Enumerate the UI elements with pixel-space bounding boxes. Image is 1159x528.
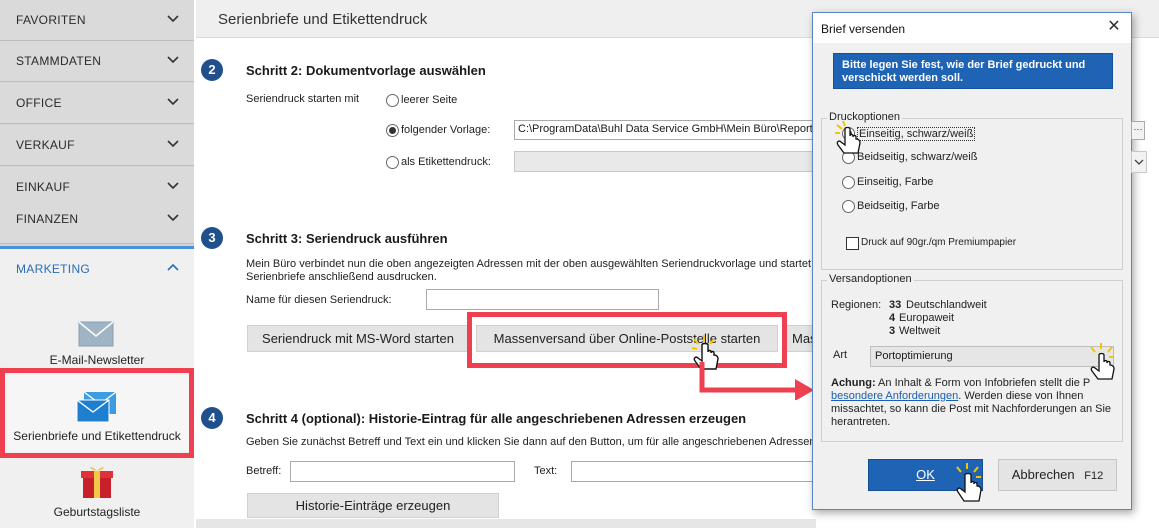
- cancel-shortcut: F12: [1084, 470, 1104, 482]
- chevron-down-icon: [167, 56, 179, 64]
- radio-empty-page-label: leerer Seite: [401, 94, 458, 106]
- sidebar-item-office[interactable]: OFFICE: [0, 83, 194, 124]
- step3-title: Schritt 3: Seriendruck ausführen: [246, 231, 448, 246]
- step4-description: Geben Sie zunächst Betreff und Text ein …: [246, 436, 825, 448]
- template-path-input[interactable]: C:\ProgramData\Buhl Data Service GmbH\Me…: [514, 120, 814, 140]
- chevron-down-icon: [167, 140, 179, 148]
- radio-duplex-color-label: Beidseitig, Farbe: [857, 200, 940, 212]
- page-title: Serienbriefe und Etikettendruck: [218, 11, 428, 28]
- hand-cursor-icon: [956, 463, 982, 502]
- note-bold: Achung:: [831, 377, 876, 389]
- sidebar-item-label: FINANZEN: [16, 212, 79, 226]
- start-with-label: Seriendruck starten mit: [246, 93, 360, 105]
- create-history-button[interactable]: Historie-Einträge erzeugen: [247, 493, 499, 518]
- send-letter-dialog: Brief versenden ✕ Bitte legen Sie fest, …: [812, 12, 1132, 510]
- sidebar-item-label: FAVORITEN: [16, 13, 86, 27]
- step-badge-2: 2: [201, 59, 223, 81]
- region-name: Europaweit: [899, 312, 955, 324]
- region-count: 33: [889, 299, 902, 311]
- regions-label: Regionen:: [831, 299, 882, 311]
- text-label: Text:: [534, 465, 558, 477]
- radio-labels-label: als Etikettendruck:: [401, 156, 491, 168]
- labels-select[interactable]: [514, 151, 814, 172]
- radio-simplex-color-label: Einseitig, Farbe: [857, 176, 934, 188]
- labels-dropdown-button[interactable]: [1131, 151, 1147, 173]
- region-name: Weltweit: [899, 325, 941, 337]
- dialog-titlebar: Brief versenden ✕: [813, 13, 1131, 43]
- envelope-icon: [78, 321, 114, 347]
- sidebar-item-label: OFFICE: [16, 96, 62, 110]
- chevron-down-icon: [1134, 159, 1144, 165]
- step-badge-3: 3: [201, 227, 223, 249]
- radio-template[interactable]: [386, 124, 399, 137]
- chevron-down-icon: [167, 15, 179, 23]
- chevron-up-icon: [167, 263, 179, 271]
- close-icon[interactable]: ✕: [1105, 18, 1123, 36]
- cancel-button[interactable]: Abbrechen F12: [998, 459, 1117, 491]
- art-label: Art: [833, 349, 848, 361]
- ok-button-label: OK: [916, 467, 935, 482]
- shipping-options-title: Versandoptionen: [827, 273, 914, 285]
- tile-email-newsletter[interactable]: E-Mail-Newsletter: [0, 315, 194, 373]
- sidebar-item-label: MARKETING: [16, 262, 91, 276]
- tile-label: Geburtstagsliste: [53, 505, 141, 519]
- radio-duplex-color[interactable]: [842, 200, 855, 213]
- subject-input[interactable]: [290, 461, 515, 482]
- job-name-label: Name für diesen Seriendruck:: [246, 294, 392, 306]
- radio-duplex-bw-label: Beidseitig, schwarz/weiß: [857, 151, 978, 163]
- radio-template-label: folgender Vorlage:: [401, 124, 491, 136]
- arrow-right-icon: [699, 362, 814, 400]
- chevron-down-icon: [167, 214, 179, 222]
- premium-paper-label: Druck auf 90gr./qm Premiumpapier: [861, 237, 1017, 248]
- sidebar-item-favoriten[interactable]: FAVORITEN: [0, 0, 194, 41]
- radio-simplex-bw-label: Einseitig, schwarz/weiß: [857, 127, 976, 141]
- sidebar-item-label: VERKAUF: [16, 138, 75, 152]
- scroll-area-bottom: [196, 519, 816, 528]
- step2-title: Schritt 2: Dokumentvorlage auswählen: [246, 63, 486, 78]
- chevron-down-icon: [167, 98, 179, 106]
- job-name-input[interactable]: [426, 289, 659, 310]
- mass-print-button[interactable]: Mas: [786, 325, 814, 352]
- sidebar-item-stammdaten[interactable]: STAMMDATEN: [0, 41, 194, 82]
- sidebar-item-label: STAMMDATEN: [16, 54, 102, 68]
- browse-button[interactable]: ···: [1131, 121, 1145, 140]
- gift-icon: [81, 466, 113, 498]
- region-count: 3: [889, 325, 896, 337]
- cancel-button-label: Abbrechen: [1011, 467, 1075, 482]
- dialog-title: Brief versenden: [821, 22, 906, 36]
- tile-label: E-Mail-Newsletter: [49, 353, 145, 367]
- dialog-info-banner: Bitte legen Sie fest, wie der Brief gedr…: [833, 53, 1113, 89]
- requirements-link[interactable]: besondere Anforderungen: [831, 390, 958, 402]
- step3-description-line1: Mein Büro verbindet nun die oben angezei…: [246, 258, 824, 270]
- hand-cursor-icon: [835, 120, 861, 154]
- note-text: An Inhalt & Form von Infobriefen stellt …: [875, 377, 1091, 389]
- sidebar-item-label: EINKAUF: [16, 180, 71, 194]
- radio-simplex-color[interactable]: [842, 176, 855, 189]
- highlight-frame-sidebar: [0, 368, 194, 458]
- shipping-note: Achung: An Inhalt & Form von Infobriefen…: [831, 377, 1113, 429]
- step-badge-4: 4: [201, 407, 223, 429]
- shipping-type-select[interactable]: Portoptimierung: [870, 346, 1114, 367]
- region-name: Deutschlandweit: [906, 299, 987, 311]
- step4-title: Schritt 4 (optional): Historie-Eintrag f…: [246, 411, 747, 426]
- sidebar-item-finanzen[interactable]: FINANZEN: [0, 199, 194, 244]
- shipping-type-value: Portoptimierung: [875, 350, 953, 362]
- text-input[interactable]: [571, 461, 814, 482]
- tile-geburtstagsliste[interactable]: Geburtstagsliste: [0, 459, 194, 525]
- radio-empty-page[interactable]: [386, 94, 399, 107]
- region-count: 4: [889, 312, 896, 324]
- sidebar-item-verkauf[interactable]: VERKAUF: [0, 125, 194, 166]
- radio-labels[interactable]: [386, 156, 399, 169]
- start-msword-button[interactable]: Seriendruck mit MS-Word starten: [247, 325, 469, 352]
- sidebar-item-marketing[interactable]: MARKETING: [0, 246, 194, 287]
- step3-description-line2: Serienbriefe anschließend ausdrucken.: [246, 271, 437, 283]
- chevron-down-icon: [167, 182, 179, 190]
- premium-paper-checkbox[interactable]: [846, 237, 859, 250]
- subject-label: Betreff:: [246, 465, 282, 477]
